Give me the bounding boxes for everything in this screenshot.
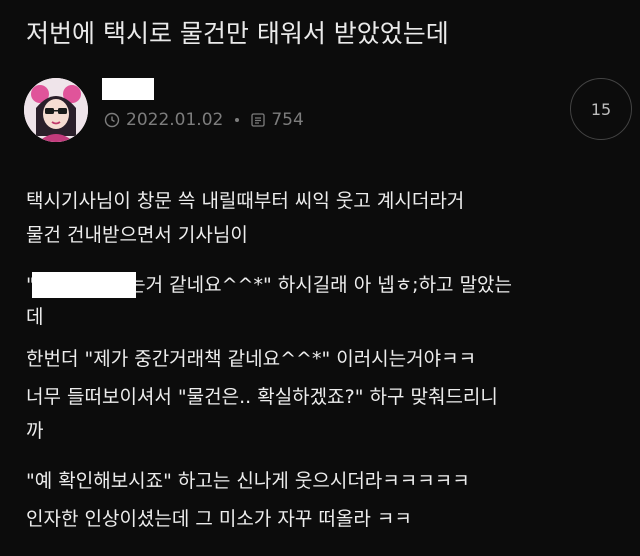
post-date: 2022.01.02 bbox=[126, 110, 224, 130]
post-title: 저번에 택시로 물건만 태워서 받았었는데 bbox=[26, 19, 449, 48]
body-line: 택시기사님이 창문 쓱 내릴때부터 씨익 웃고 계시더라거 bbox=[26, 190, 465, 212]
view-count: 754 bbox=[271, 110, 304, 130]
author-avatar[interactable] bbox=[24, 78, 88, 142]
body-line-redacted-container: "마약거래 하는거 같네요^^*" 하시길래 아 넵ㅎ;하고 말았는 bbox=[26, 270, 512, 300]
document-icon bbox=[251, 113, 265, 127]
body-line: "예 확인해보시죠" 하고는 신나게 웃으시더라ㅋㅋㅋㅋㅋ bbox=[26, 470, 470, 492]
inline-redaction bbox=[32, 272, 136, 298]
body-line: 까 bbox=[26, 420, 44, 442]
meta-separator bbox=[235, 118, 240, 122]
body-line: 인자한 인상이셨는데 그 미소가 자꾸 떠올라 ㅋㅋ bbox=[26, 508, 412, 530]
post-meta: 2022.01.02 754 bbox=[104, 108, 304, 132]
body-line: 한번더 "제가 중간거래책 같네요^^*" 이러시는거야ㅋㅋ bbox=[26, 348, 477, 370]
body-line: 너무 들떠보이셔서 "물건은.. 확실하겠죠?" 하구 맞춰드리니 bbox=[26, 386, 498, 408]
author-name-redacted bbox=[102, 78, 154, 100]
clock-icon bbox=[104, 112, 120, 128]
body-line: 물건 건내받으면서 기사님이 bbox=[26, 224, 248, 246]
body-line: 데 bbox=[26, 306, 44, 328]
comment-count-button[interactable]: 15 bbox=[570, 78, 632, 140]
comment-count: 15 bbox=[590, 99, 612, 119]
avatar-illustration bbox=[24, 78, 88, 142]
